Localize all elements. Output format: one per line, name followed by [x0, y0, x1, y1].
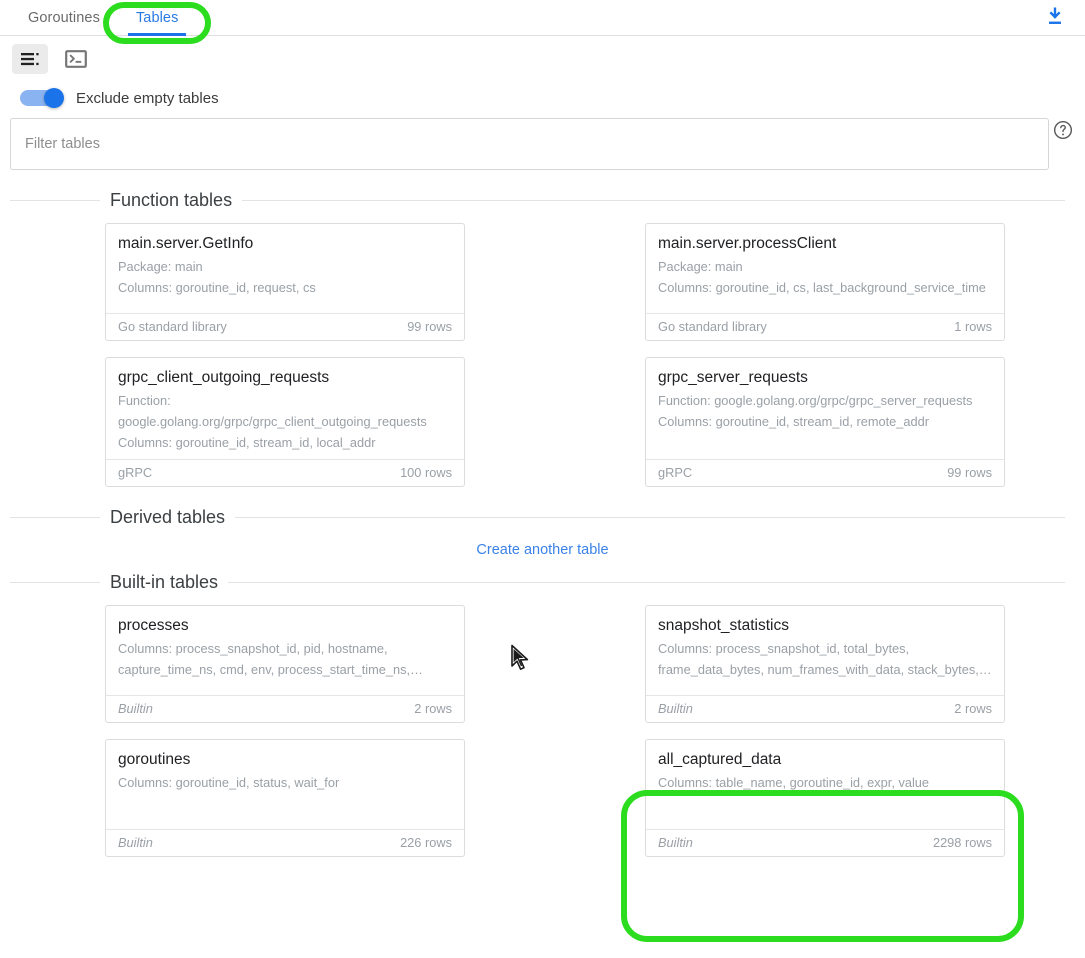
card-row-count: 2298 rows	[932, 835, 992, 851]
create-another-table-link[interactable]: Create another table	[476, 542, 608, 558]
card-body: main.server.GetInfo Package: main Column…	[106, 224, 464, 313]
card-title: grpc_server_requests	[658, 369, 808, 386]
legend-line-left	[10, 200, 100, 201]
card-title: all_captured_data	[658, 751, 782, 769]
card-source: Go standard library	[658, 319, 767, 334]
section-builtin-tables: Built-in tables processes Columns: proce…	[0, 572, 1085, 858]
card-body: goroutines Columns: goroutine_id, status…	[106, 740, 464, 829]
card-body: processes Columns: process_snapshot_id, …	[106, 606, 464, 695]
card-title: goroutines	[118, 751, 191, 769]
tab-goroutines[interactable]: Goroutines	[10, 0, 118, 35]
card-meta-line: Columns: goroutine_id, stream_id, remote…	[658, 413, 930, 429]
card-title: main.server.GetInfo	[118, 235, 254, 252]
legend-line-right	[235, 517, 1065, 519]
section-legend: Function tables	[0, 190, 1085, 211]
card-footer: Builtin 226 rows	[106, 829, 464, 856]
section-function-tables: Function tables main.server.GetInfo Pack…	[0, 190, 1085, 488]
card-row-count: 2 rows	[954, 701, 992, 717]
card-footer: Go standard library 1 rows	[646, 313, 1004, 340]
legend-line-left	[10, 517, 100, 519]
terminal-console-icon	[65, 50, 87, 68]
app-root: Goroutines Tables Exclude empty tables F…	[0, 0, 1085, 958]
card-meta-line: Columns: table_name, goroutine_id, expr,…	[658, 775, 930, 791]
card-body: snapshot_statistics Columns: process_sna…	[646, 606, 1004, 695]
list-view-icon	[21, 53, 39, 66]
card-meta-line: Columns: goroutine_id, stream_id, local_…	[118, 434, 376, 450]
card-source: gRPC	[118, 465, 153, 481]
card-body: grpc_client_outgoing_requests Function: …	[106, 358, 464, 459]
exclude-empty-tables-toggle[interactable]	[20, 88, 64, 108]
list-view-button[interactable]	[12, 44, 48, 74]
legend-line-left	[10, 582, 100, 584]
card-source: Builtin	[118, 701, 153, 717]
card-body: grpc_server_requests Function: google.go…	[646, 358, 1004, 459]
card-meta-line: Columns: goroutine_id, cs, last_backgrou…	[658, 279, 986, 295]
filter-tables-input[interactable]	[10, 118, 1049, 170]
table-card[interactable]: processes Columns: process_snapshot_id, …	[105, 605, 465, 724]
builtin-tables-grid: processes Columns: process_snapshot_id, …	[0, 593, 1085, 858]
section-title-derived-tables: Derived tables	[110, 507, 226, 528]
card-source: Builtin	[658, 701, 693, 717]
table-card[interactable]: main.server.processClient Package: main …	[645, 223, 1005, 341]
derived-tables-body: Create another table	[0, 528, 1085, 566]
tab-bar: Goroutines Tables	[0, 0, 1085, 36]
card-row-count: 2 rows	[414, 701, 452, 717]
table-card-all-captured-data[interactable]: all_captured_data Columns: table_name, g…	[645, 739, 1005, 858]
card-footer: Builtin 2298 rows	[646, 829, 1004, 856]
card-meta-line: Columns: process_snapshot_id, pid, hostn…	[118, 641, 423, 678]
card-row-count: 99 rows	[407, 319, 452, 334]
card-footer: Builtin 2 rows	[646, 695, 1004, 722]
download-button[interactable]	[1041, 3, 1069, 31]
section-title-function-tables: Function tables	[110, 190, 233, 210]
card-row-count: 99 rows	[947, 465, 992, 481]
card-title: grpc_client_outgoing_requests	[118, 369, 330, 386]
legend-line-right	[228, 582, 1065, 584]
exclude-empty-tables-row: Exclude empty tables	[0, 78, 1085, 116]
section-derived-tables: Derived tables Create another table	[0, 507, 1085, 566]
card-row-count: 1 rows	[954, 319, 992, 334]
exclude-empty-tables-label: Exclude empty tables	[76, 89, 219, 107]
card-footer: Builtin 2 rows	[106, 695, 464, 722]
card-footer: gRPC 100 rows	[106, 459, 464, 486]
card-source: Go standard library	[118, 319, 227, 334]
card-title: main.server.processClient	[658, 235, 837, 252]
table-card[interactable]: main.server.GetInfo Package: main Column…	[105, 223, 465, 341]
card-meta-line: Package: main	[118, 259, 203, 275]
tab-tables[interactable]: Tables	[118, 0, 197, 36]
card-meta-line: Columns: goroutine_id, request, cs	[118, 279, 316, 295]
card-source: gRPC	[658, 465, 693, 481]
section-title-builtin-tables: Built-in tables	[110, 572, 219, 593]
card-row-count: 226 rows	[400, 835, 452, 851]
filter-row	[0, 116, 1085, 170]
card-meta-line: Package: main	[658, 259, 743, 275]
card-footer: gRPC 99 rows	[646, 459, 1004, 486]
section-legend: Derived tables	[0, 507, 1085, 528]
card-meta-line: Function: google.golang.org/grpc/grpc_se…	[658, 393, 973, 409]
function-tables-grid: main.server.GetInfo Package: main Column…	[0, 211, 1085, 488]
table-card[interactable]: grpc_client_outgoing_requests Function: …	[105, 357, 465, 488]
view-mode-toolbar	[0, 36, 1085, 78]
card-meta-line: Columns: process_snapshot_id, total_byte…	[658, 641, 992, 678]
table-card[interactable]: snapshot_statistics Columns: process_sna…	[645, 605, 1005, 724]
download-icon	[1049, 7, 1061, 24]
card-body: all_captured_data Columns: table_name, g…	[646, 740, 1004, 829]
toggle-knob	[44, 88, 64, 108]
legend-line-right	[242, 200, 1065, 201]
help-circle-icon[interactable]	[1053, 120, 1073, 140]
card-row-count: 100 rows	[400, 465, 452, 481]
table-card[interactable]: grpc_server_requests Function: google.go…	[645, 357, 1005, 488]
card-title: processes	[118, 617, 189, 635]
card-meta-line: Columns: goroutine_id, status, wait_for	[118, 775, 340, 791]
card-meta-line: Function: google.golang.org/grpc/grpc_cl…	[118, 393, 427, 429]
card-source: Builtin	[118, 835, 153, 851]
console-view-button[interactable]	[58, 44, 94, 74]
section-legend: Built-in tables	[0, 572, 1085, 593]
card-body: main.server.processClient Package: main …	[646, 224, 1004, 313]
table-card[interactable]: goroutines Columns: goroutine_id, status…	[105, 739, 465, 858]
card-footer: Go standard library 99 rows	[106, 313, 464, 340]
card-source: Builtin	[658, 835, 693, 851]
card-title: snapshot_statistics	[658, 617, 789, 635]
